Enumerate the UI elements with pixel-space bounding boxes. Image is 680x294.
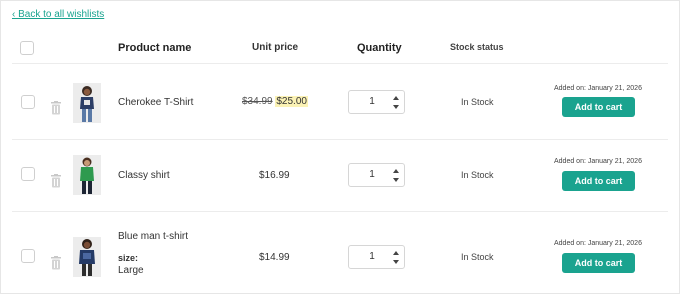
trash-icon[interactable] <box>50 256 62 270</box>
quantity-stepper[interactable]: 1 <box>348 245 405 269</box>
wishlist-panel <box>0 0 680 294</box>
select-all-checkbox[interactable] <box>20 41 34 55</box>
add-to-cart-button[interactable]: Add to cart <box>562 97 635 117</box>
add-to-cart-button[interactable]: Add to cart <box>562 171 635 191</box>
quantity-value: 1 <box>369 251 375 262</box>
variation-label: size: <box>118 253 139 263</box>
price-cell: $34.99 $25.00 <box>242 96 308 107</box>
column-header-product: Product name <box>118 42 192 54</box>
product-name[interactable]: Cherokee T-Shirt <box>118 97 193 108</box>
divider <box>12 63 668 64</box>
row-checkbox[interactable] <box>21 167 35 181</box>
product-image <box>73 155 101 195</box>
product-thumbnail[interactable] <box>73 155 101 195</box>
row-checkbox[interactable] <box>21 95 35 109</box>
variation-value: Large <box>118 265 144 276</box>
stock-status: In Stock <box>461 252 494 262</box>
quantity-value: 1 <box>369 96 375 107</box>
product-image <box>73 83 101 123</box>
added-on-date: Added on: January 21, 2026 <box>554 240 642 247</box>
product-thumbnail[interactable] <box>73 83 101 123</box>
up-down-arrows-icon[interactable] <box>393 95 399 110</box>
divider <box>12 211 668 212</box>
product-image <box>73 237 101 277</box>
column-header-price: Unit price <box>252 42 299 53</box>
column-header-quantity: Quantity <box>357 42 402 54</box>
stock-status: In Stock <box>461 170 494 180</box>
stock-status: In Stock <box>461 97 494 107</box>
product-name[interactable]: Classy shirt <box>118 170 170 181</box>
added-on-date: Added on: January 21, 2026 <box>554 85 642 92</box>
sale-price: $25.00 <box>275 96 308 107</box>
quantity-stepper[interactable]: 1 <box>348 163 405 187</box>
up-down-arrows-icon[interactable] <box>393 168 399 183</box>
added-on-date: Added on: January 21, 2026 <box>554 158 642 165</box>
column-header-stock: Stock status <box>450 42 504 52</box>
trash-icon[interactable] <box>50 174 62 188</box>
add-to-cart-button[interactable]: Add to cart <box>562 253 635 273</box>
row-checkbox[interactable] <box>21 249 35 263</box>
regular-price: $34.99 <box>242 96 273 107</box>
up-down-arrows-icon[interactable] <box>393 250 399 265</box>
divider <box>12 139 668 140</box>
quantity-value: 1 <box>369 169 375 180</box>
quantity-stepper[interactable]: 1 <box>348 90 405 114</box>
product-name[interactable]: Blue man t-shirt <box>118 231 188 242</box>
back-to-wishlists-link[interactable]: ‹ Back to all wishlists <box>12 9 104 20</box>
price-cell: $16.99 <box>259 170 290 181</box>
price-cell: $14.99 <box>259 252 290 263</box>
trash-icon[interactable] <box>50 101 62 115</box>
product-thumbnail[interactable] <box>73 237 101 277</box>
